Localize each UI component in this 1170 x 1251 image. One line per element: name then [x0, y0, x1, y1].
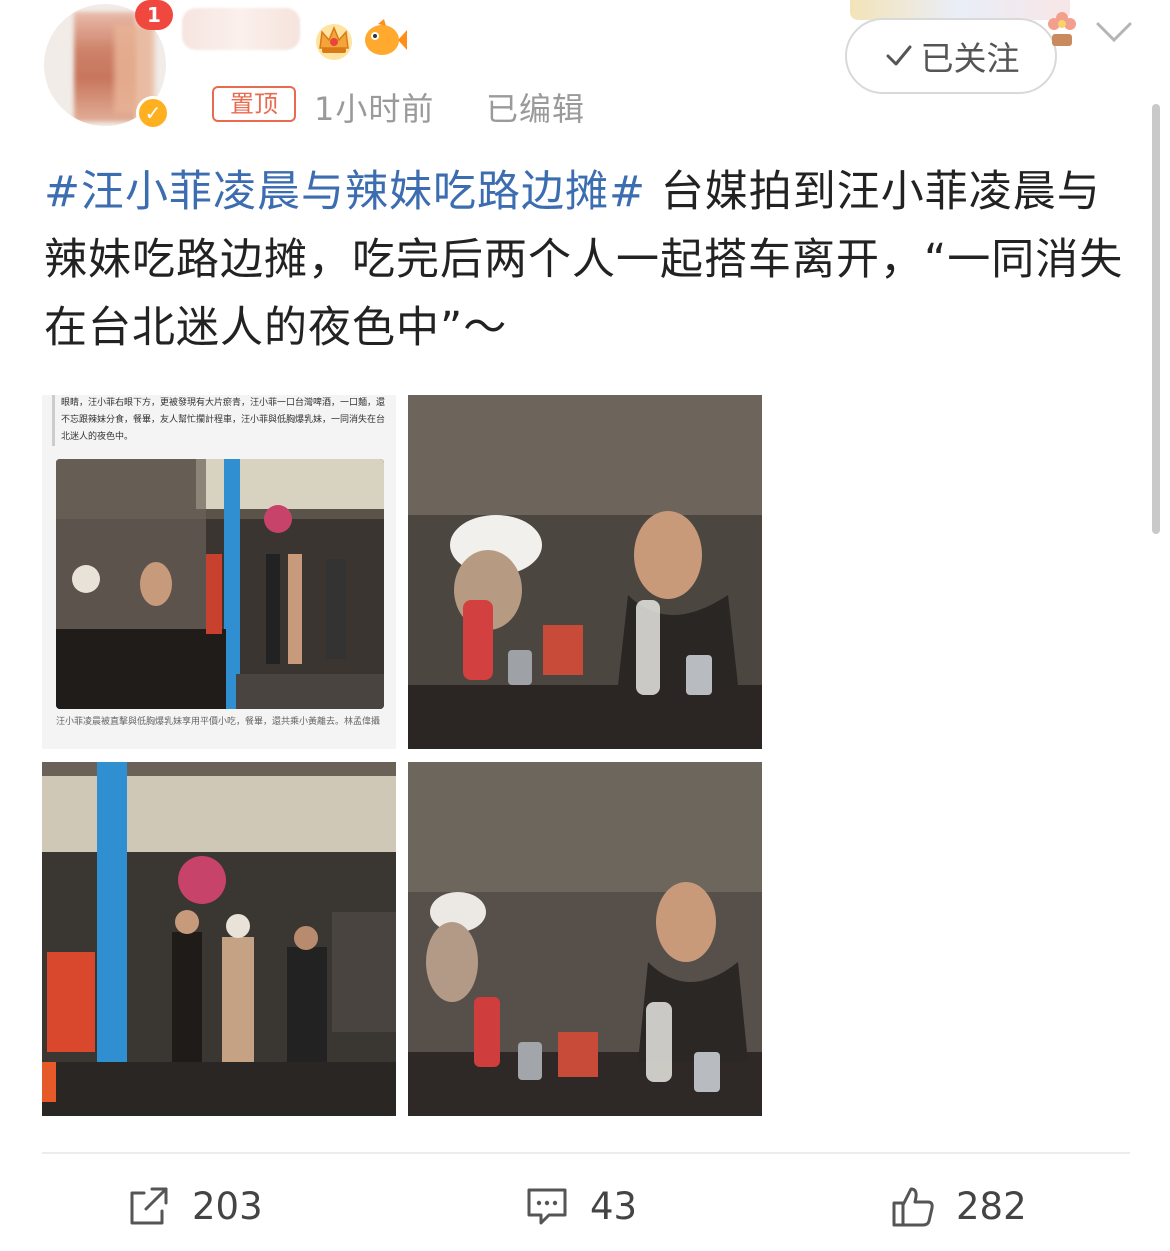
username-blurred[interactable]: [182, 8, 300, 50]
like-count: 282: [956, 1184, 1027, 1228]
follow-label: 已关注: [920, 39, 1020, 78]
comment-icon: [527, 1188, 567, 1225]
pinned-tag: 置顶: [212, 86, 296, 122]
scrollbar[interactable]: [1152, 104, 1160, 534]
fish-badge-icon: [365, 19, 407, 55]
repost-icon: [130, 1187, 168, 1225]
post-content: #汪小菲凌晨与辣妹吃路边摊# 台媒拍到汪小菲凌晨与辣妹吃路边摊，吃完后两个人一起…: [44, 158, 1124, 362]
edited-label[interactable]: 已编辑: [486, 84, 585, 130]
comment-button[interactable]: 43: [524, 1180, 637, 1232]
repost-count: 203: [192, 1184, 263, 1228]
post-image-4[interactable]: [408, 762, 762, 1116]
verified-badge-icon: ✓: [136, 96, 170, 130]
flower-decoration-icon: [1048, 12, 1076, 46]
crown-badge-icon: [316, 24, 352, 60]
post-image-2[interactable]: [408, 395, 762, 749]
post-time: 1小时前: [314, 90, 435, 128]
hashtag-link[interactable]: #汪小菲凌晨与辣妹吃路边摊#: [44, 167, 646, 217]
follow-button[interactable]: 已关注: [845, 18, 1057, 94]
news-subcaption: 汪小菲凌晨被直擊與低胸爆乳妹享用平價小吃，餐畢，還共乘小黃離去。林孟偉攝: [56, 717, 381, 727]
post-image-1[interactable]: 眼睛，汪小菲右眼下方，更被發現有大片瘀青，汪小菲一口台灣啤酒，一口麵，還不忘跟辣…: [42, 395, 396, 749]
notification-badge: 1: [135, 0, 173, 30]
divider: [42, 1152, 1130, 1154]
comment-count: 43: [590, 1184, 638, 1228]
post-image-3[interactable]: [42, 762, 396, 1116]
thumbs-up-icon: [892, 1187, 934, 1227]
news-photo: [56, 459, 384, 709]
like-button[interactable]: 282: [890, 1180, 1027, 1232]
check-icon: [886, 45, 911, 66]
top-banner-card: [850, 0, 1070, 20]
news-caption: 眼睛，汪小菲右眼下方，更被發現有大片瘀青，汪小菲一口台灣啤酒，一口麵，還不忘跟辣…: [52, 395, 391, 446]
chevron-down-icon[interactable]: [1094, 20, 1134, 44]
repost-button[interactable]: 203: [126, 1180, 263, 1232]
